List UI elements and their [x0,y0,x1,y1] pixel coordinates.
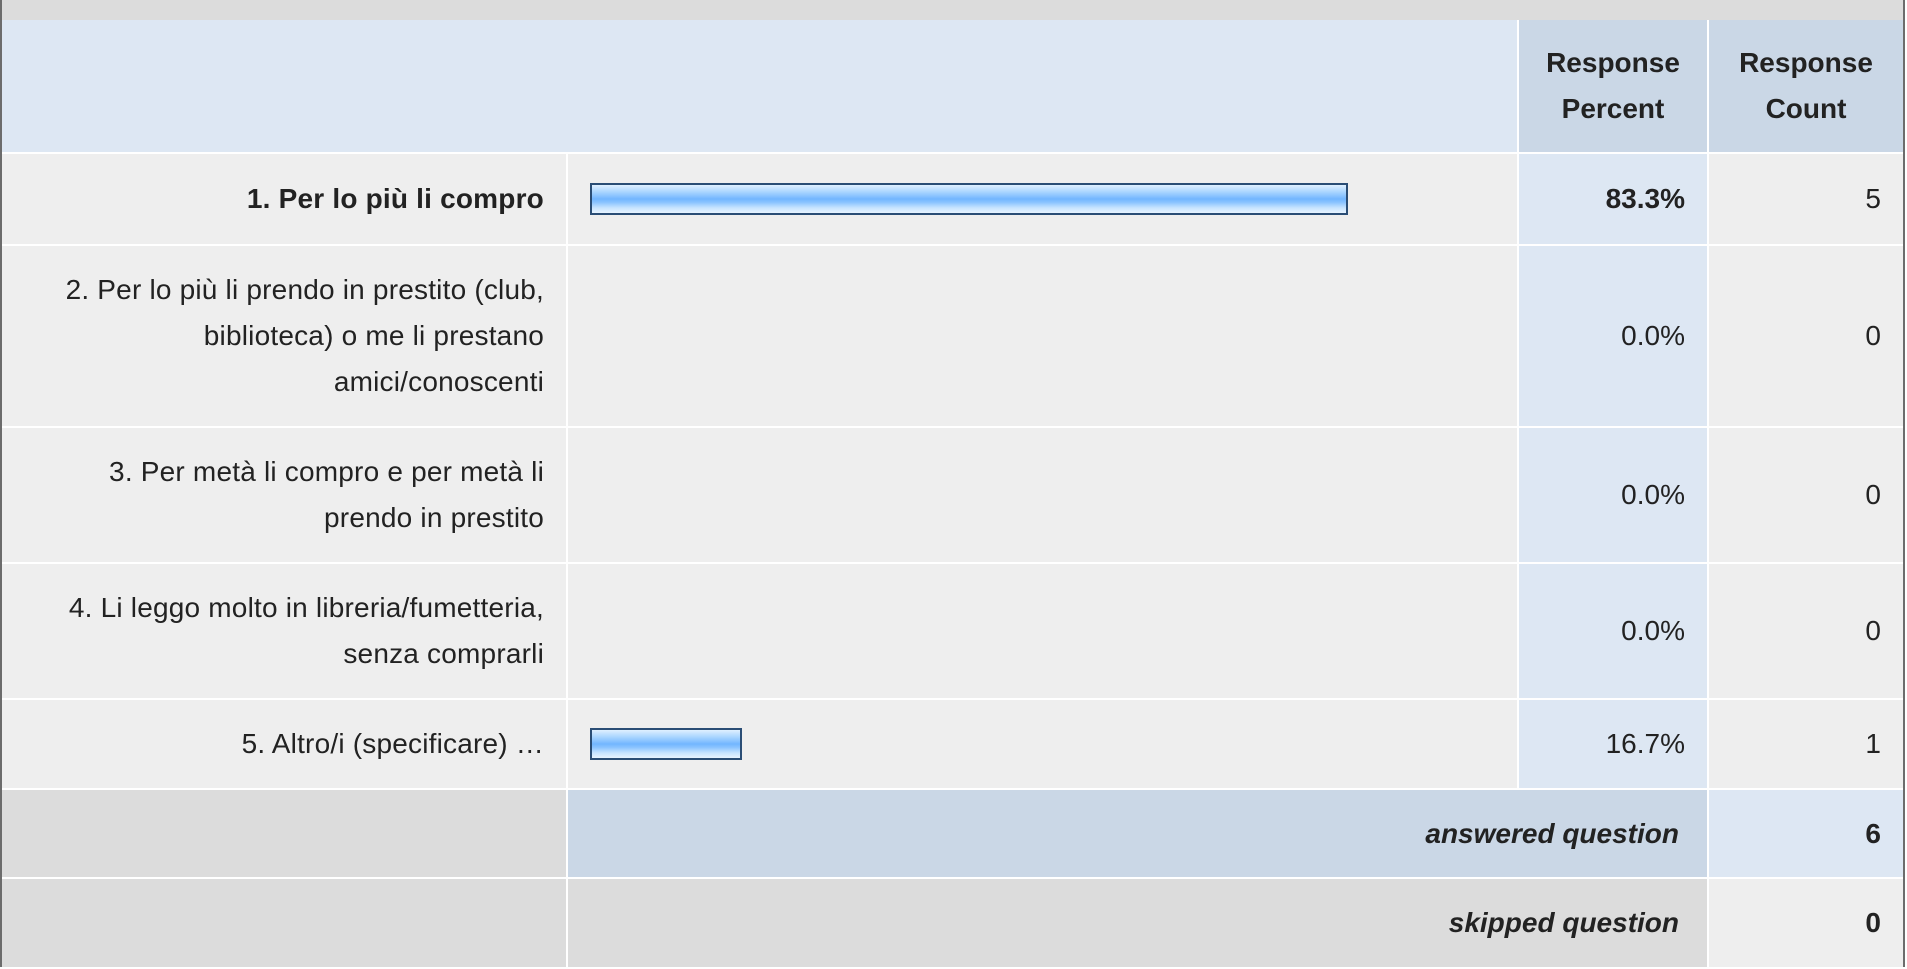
answered-row: answered question 6 [2,789,1903,879]
response-percent: 0.0% [1518,563,1709,700]
response-count: 5 [1708,153,1903,246]
response-percent: 0.0% [1518,245,1709,428]
survey-results-panel: Response Percent Response Count 1. Per l… [0,0,1905,969]
header-row: Response Percent Response Count [2,20,1903,154]
bar-cell [567,245,1519,428]
answer-label: 5. Altro/i (specificare) … [2,699,568,790]
bar-cell [567,427,1519,564]
answer-row: 5. Altro/i (specificare) … 16.7% 1 [2,699,1903,790]
answer-row: 4. Li leggo molto in libreria/fumetteria… [2,563,1903,700]
header-blank [2,20,1519,154]
answer-label: 1. Per lo più li compro [2,153,568,246]
bar-cell [567,699,1519,790]
skipped-question-label: skipped question [567,878,1709,969]
answer-row: 2. Per lo più li prendo in prestito (clu… [2,245,1903,428]
response-count-header: Response Count [1708,20,1903,154]
response-bar [590,183,1348,215]
bar-cell [567,563,1519,700]
response-count: 0 [1708,563,1903,700]
answer-label: 2. Per lo più li prendo in prestito (clu… [2,245,568,428]
response-count: 0 [1708,245,1903,428]
response-count: 1 [1708,699,1903,790]
answer-row: 1. Per lo più li compro 83.3% 5 [2,153,1903,246]
answered-question-count: 6 [1708,789,1903,879]
answer-label: 3. Per metà li compro e per metà li pren… [2,427,568,564]
footer-blank [2,878,568,969]
footer-blank [2,789,568,879]
response-count: 0 [1708,427,1903,564]
response-percent-header: Response Percent [1518,20,1709,154]
top-band [2,0,1903,20]
response-percent: 0.0% [1518,427,1709,564]
response-bar [590,728,742,760]
results-table: Response Percent Response Count 1. Per l… [2,20,1903,969]
answer-row: 3. Per metà li compro e per metà li pren… [2,427,1903,564]
response-percent: 16.7% [1518,699,1709,790]
response-percent: 83.3% [1518,153,1709,246]
answer-label: 4. Li leggo molto in libreria/fumetteria… [2,563,568,700]
answered-question-label: answered question [567,789,1709,879]
bar-cell [567,153,1519,246]
skipped-question-count: 0 [1708,878,1903,969]
skipped-row: skipped question 0 [2,878,1903,969]
